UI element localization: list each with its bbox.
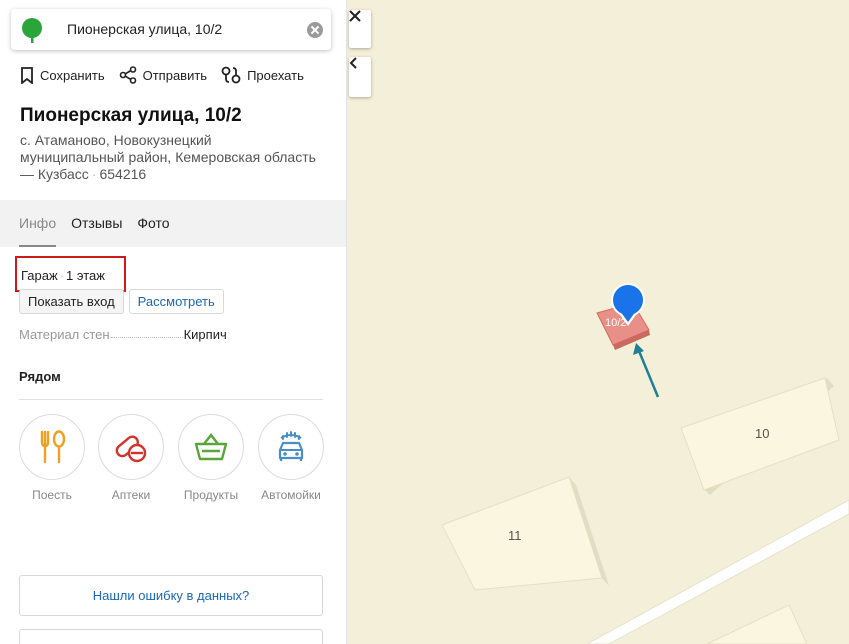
nearby-label: Автомойки	[261, 488, 321, 502]
chevron-left-icon	[349, 57, 357, 69]
address-line: муниципальный район, Кемеровская область	[20, 149, 316, 165]
place-address: с. Атаманово, Новокузнецкий муниципальны…	[20, 132, 330, 183]
map-layer: 10 11 10/2	[441, 283, 849, 644]
save-button[interactable]: Сохранить	[20, 66, 105, 84]
nearby-label: Аптеки	[111, 488, 151, 502]
map-canvas[interactable]: 10 11 10/2	[347, 0, 849, 644]
share-button[interactable]: Отправить	[119, 66, 207, 84]
nearby-food-circle[interactable]	[19, 414, 85, 480]
nearby-carwash[interactable]: Автомойки	[257, 414, 325, 502]
place-tabs: Инфо Отзывы Фото	[0, 200, 346, 247]
collapse-panel-button[interactable]	[349, 57, 371, 97]
save-label: Сохранить	[40, 67, 105, 83]
building-floors: 1 этаж	[66, 268, 105, 283]
location-pin-icon	[21, 18, 43, 49]
nearby-pharmacy-circle[interactable]	[98, 414, 164, 480]
tab-photos[interactable]: Фото	[137, 200, 169, 247]
building-type: Гараж	[21, 268, 58, 283]
share-label: Отправить	[142, 67, 208, 83]
nearby-label: Поесть	[32, 488, 72, 502]
basket-icon	[194, 433, 228, 461]
info-buttons: Показать вход Рассмотреть	[19, 289, 224, 314]
wall-material-row: Материал стен Кирпич	[19, 327, 323, 342]
route-icon	[221, 66, 241, 84]
nearby-pharmacy[interactable]: Аптеки	[97, 414, 165, 502]
attr-value: Кирпич	[183, 327, 227, 342]
nearby-groceries-circle[interactable]	[178, 414, 244, 480]
divider	[19, 399, 323, 400]
attr-label: Материал стен	[19, 327, 110, 342]
direction-arrow-line	[637, 350, 660, 398]
building-10-label: 10	[755, 426, 769, 441]
tab-reviews[interactable]: Отзывы	[71, 200, 122, 247]
place-panel: Пионерская улица, 10/2 Сохранить Отправи…	[0, 0, 347, 644]
direction-arrow-head	[633, 343, 644, 355]
close-icon	[349, 10, 361, 22]
nearby-groceries[interactable]: Продукты	[177, 414, 245, 502]
building-11-label: 11	[508, 528, 522, 543]
secondary-button[interactable]	[19, 629, 323, 644]
report-error-button[interactable]: Нашли ошибку в данных?	[19, 575, 323, 616]
location-marker[interactable]	[613, 285, 643, 315]
close-panel-button[interactable]	[349, 10, 371, 48]
route-label: Проехать	[247, 67, 304, 83]
postal-code: 654216	[99, 166, 147, 182]
place-title: Пионерская улица, 10/2	[20, 105, 242, 126]
nearby-title: Рядом	[19, 369, 61, 384]
clear-search-icon[interactable]	[307, 22, 323, 38]
fork-spoon-icon	[40, 430, 66, 464]
building-kind: Гараж · 1 этаж	[15, 256, 126, 292]
nearby-label: Продукты	[183, 488, 239, 502]
car-wash-icon	[278, 431, 304, 461]
address-line: с. Атаманово, Новокузнецкий	[20, 132, 212, 148]
nearby-carwash-circle[interactable]	[258, 414, 324, 480]
road	[586, 499, 849, 644]
address-line: — Кузбасс · 654216	[20, 166, 147, 182]
view-button[interactable]: Рассмотреть	[128, 289, 224, 314]
place-actions: Сохранить Отправить Проехать	[20, 66, 304, 84]
share-icon	[119, 66, 136, 84]
route-button[interactable]: Проехать	[221, 66, 304, 84]
search-box[interactable]: Пионерская улица, 10/2	[11, 9, 331, 50]
tab-info[interactable]: Инфо	[19, 200, 57, 247]
bookmark-icon	[21, 66, 33, 84]
attr-leader	[110, 337, 183, 338]
pill-icon	[115, 435, 147, 463]
search-input[interactable]: Пионерская улица, 10/2	[67, 21, 222, 37]
show-entrance-button[interactable]: Показать вход	[19, 289, 124, 314]
nearby-food[interactable]: Поесть	[18, 414, 86, 502]
building-partial[interactable]	[706, 604, 808, 644]
